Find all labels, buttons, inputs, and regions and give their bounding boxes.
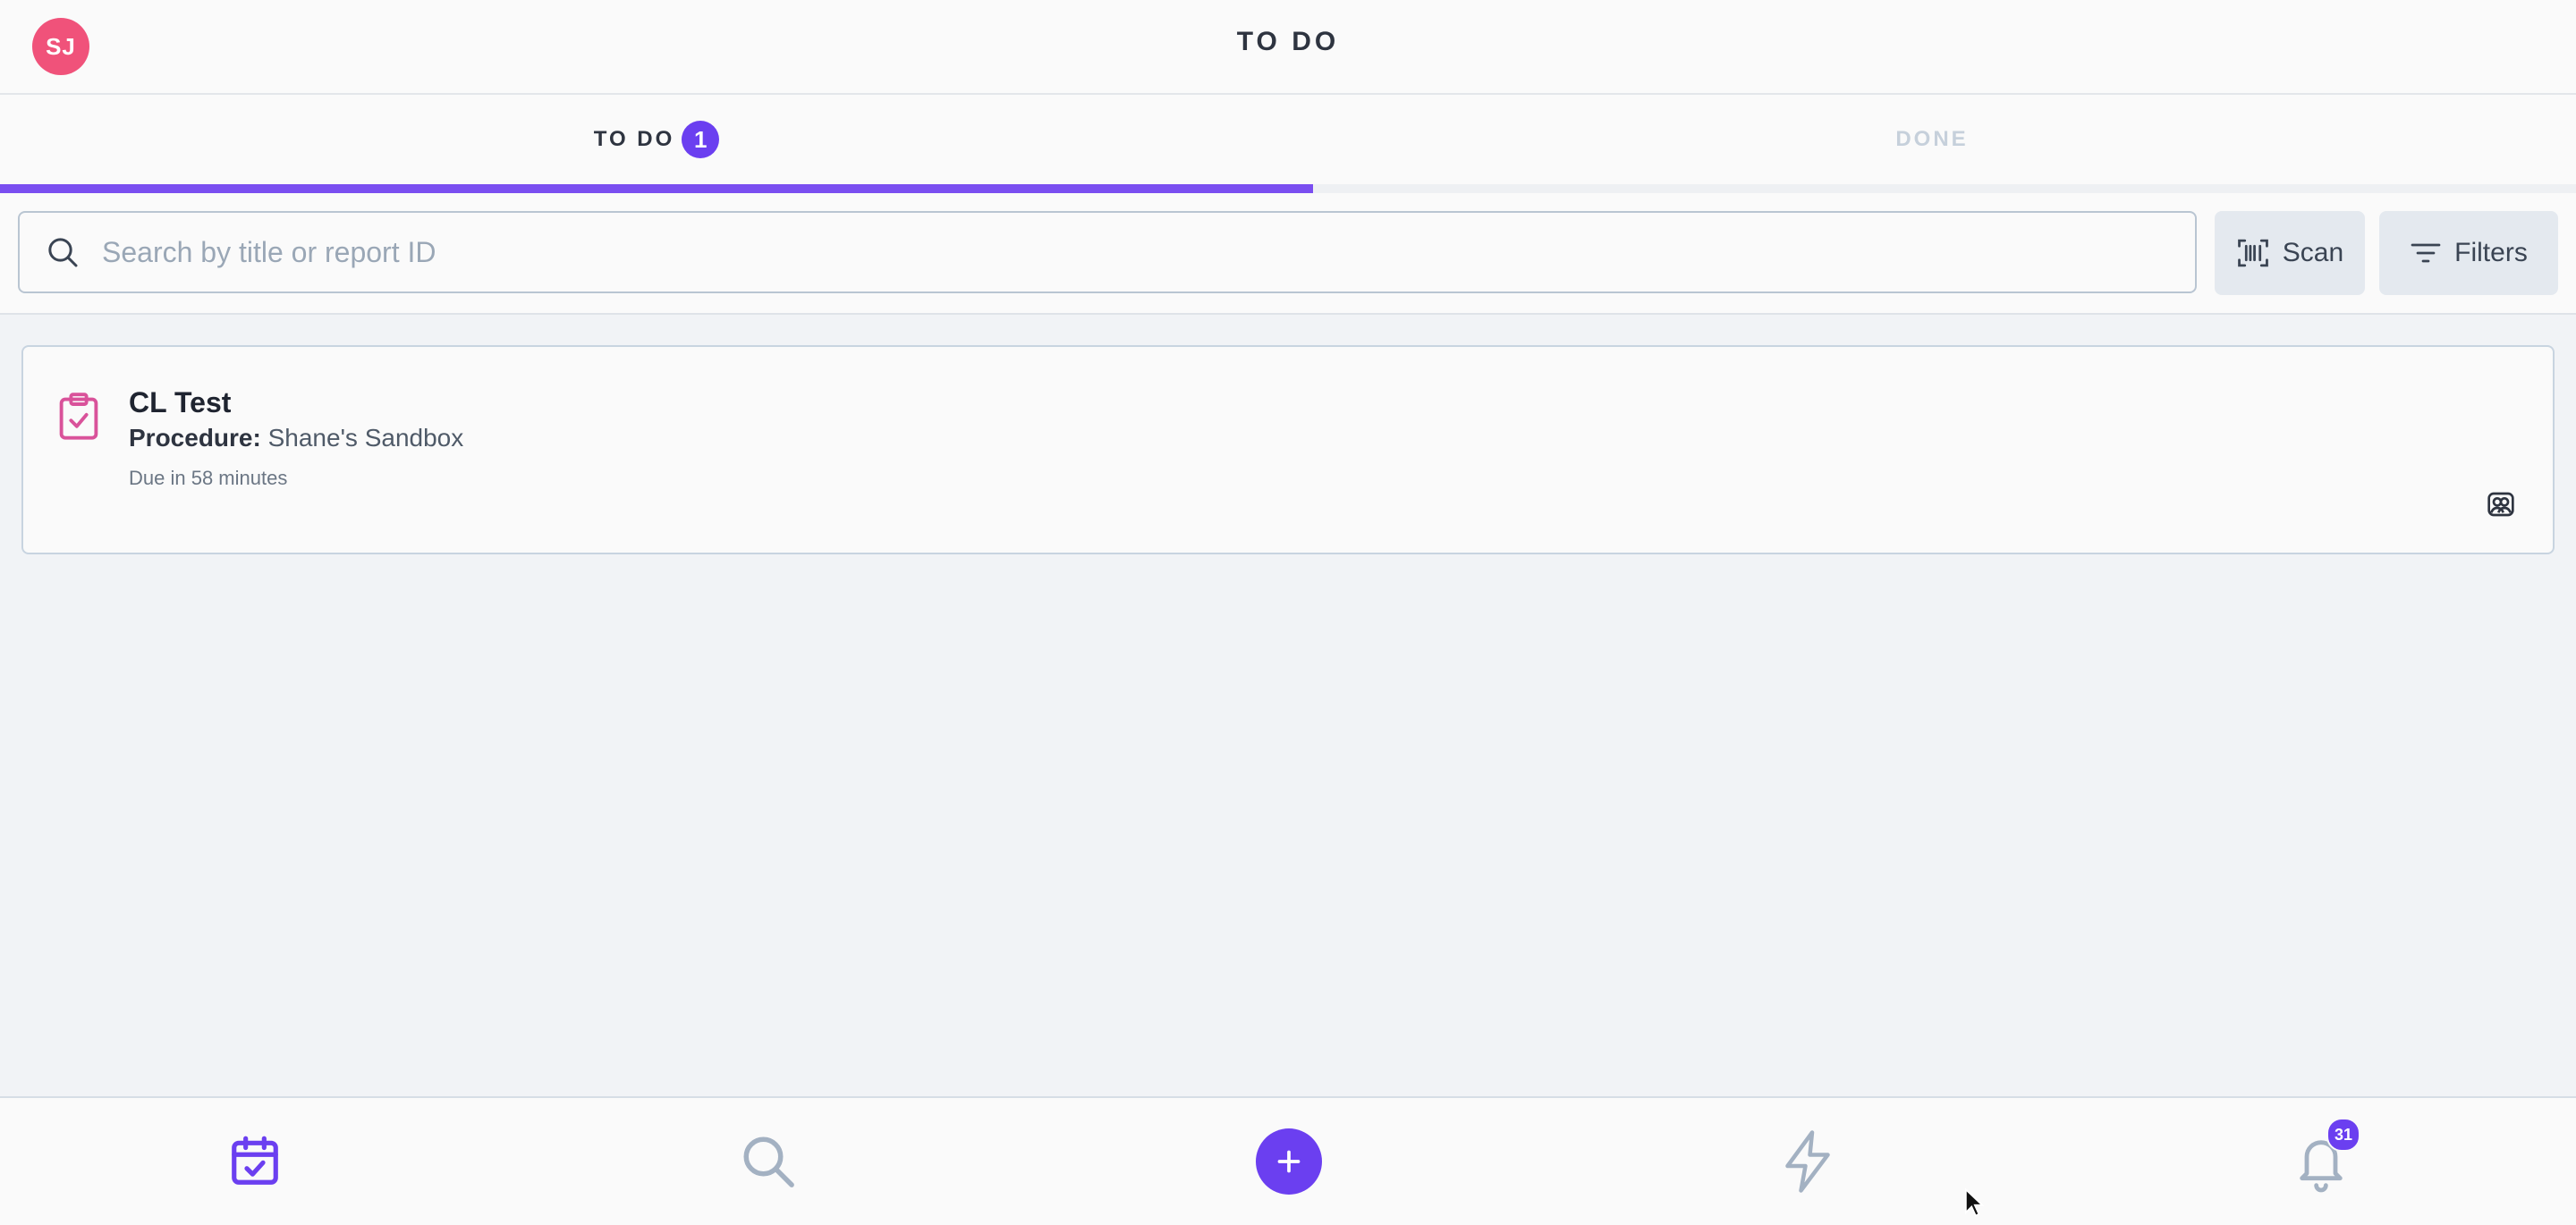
nav-search[interactable] xyxy=(719,1098,818,1225)
scan-button[interactable]: Scan xyxy=(2215,211,2365,295)
task-card[interactable]: CL Test Procedure: Shane's Sandbox Due i… xyxy=(21,345,2555,554)
active-tab-indicator xyxy=(0,184,1313,193)
procedure-value: Shane's Sandbox xyxy=(267,424,464,452)
tab-bar: TO DO 1 DONE xyxy=(0,95,2576,193)
barcode-scan-icon xyxy=(2237,239,2268,267)
task-due: Due in 58 minutes xyxy=(129,467,288,489)
top-bar: SJ TO DO xyxy=(0,0,2576,95)
bottom-nav: 31 xyxy=(0,1096,2576,1225)
search-icon xyxy=(743,1136,794,1187)
task-title: CL Test xyxy=(129,386,232,418)
search-toolbar: Scan Filters xyxy=(0,193,2576,315)
scan-label: Scan xyxy=(2282,238,2344,267)
nav-notifications[interactable]: 31 xyxy=(2272,1098,2370,1225)
bolt-icon xyxy=(1785,1130,1830,1193)
search-input[interactable] xyxy=(100,234,2161,270)
search-icon xyxy=(48,238,78,267)
page-title: TO DO xyxy=(1236,27,1340,56)
nav-todo[interactable] xyxy=(206,1098,304,1225)
notifications-bell: 31 xyxy=(2292,1118,2360,1193)
filters-button[interactable]: Filters xyxy=(2379,211,2558,295)
filters-label: Filters xyxy=(2454,238,2528,267)
tab-done[interactable]: DONE xyxy=(1288,95,2576,184)
todo-count-badge: 1 xyxy=(682,121,720,158)
tab-done-label: DONE xyxy=(1895,127,1969,151)
task-procedure: Procedure: Shane's Sandbox xyxy=(129,424,463,452)
add-button[interactable] xyxy=(1256,1128,1322,1195)
tab-todo[interactable]: TO DO 1 xyxy=(0,95,1313,184)
calendar-check-icon xyxy=(232,1136,278,1185)
filter-icon xyxy=(2411,243,2441,263)
search-box[interactable] xyxy=(18,211,2197,293)
mouse-cursor-icon xyxy=(1964,1187,1984,1217)
notifications-count-badge: 31 xyxy=(2326,1118,2360,1152)
team-icon xyxy=(2487,492,2514,517)
tab-todo-label: TO DO xyxy=(593,127,675,151)
clipboard-check-icon xyxy=(59,393,98,440)
plus-icon xyxy=(1277,1150,1301,1173)
procedure-label: Procedure: xyxy=(129,424,261,452)
nav-add[interactable] xyxy=(1249,1098,1329,1225)
nav-actions[interactable] xyxy=(1758,1098,1857,1225)
